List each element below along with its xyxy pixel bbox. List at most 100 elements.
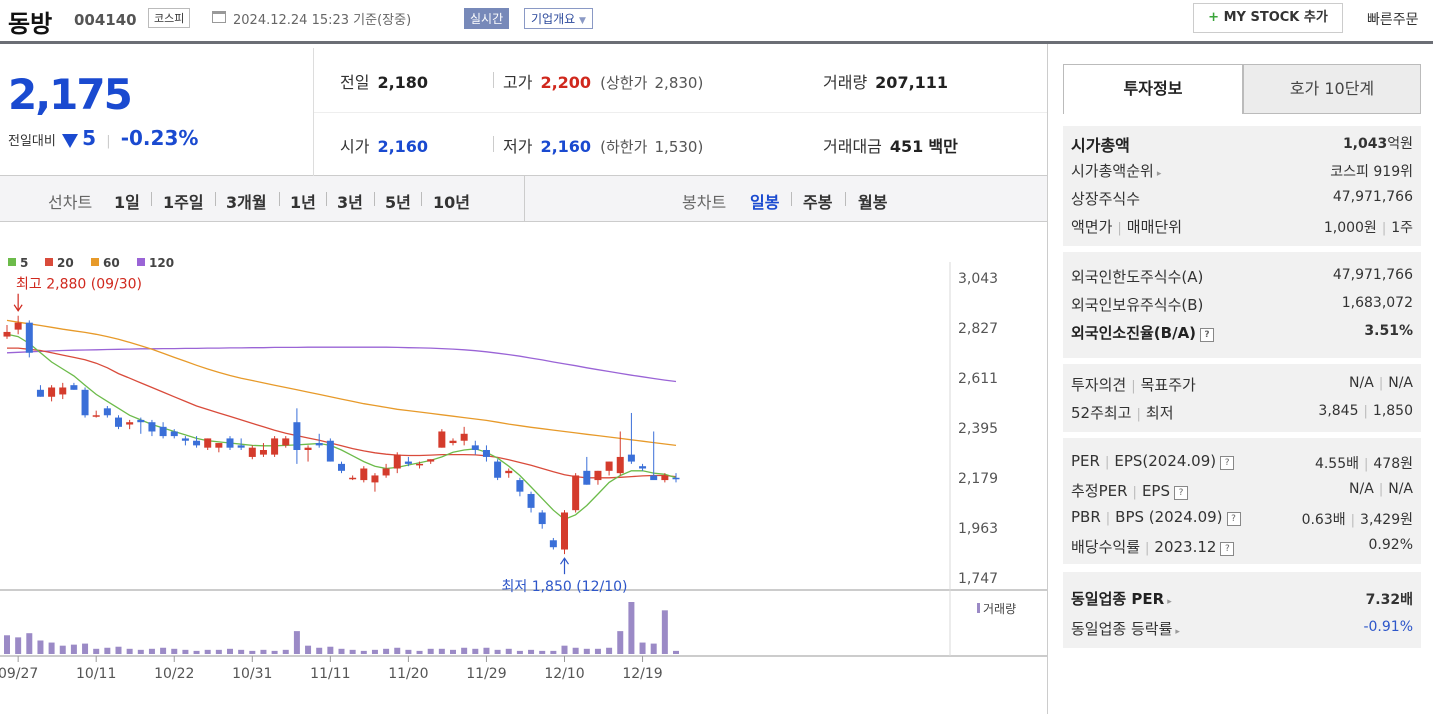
week52-low-value: 1,850 — [1372, 403, 1413, 419]
volume-bar — [661, 610, 668, 654]
est-per-value: N/A — [1349, 481, 1374, 497]
legend-swatch — [45, 258, 53, 266]
candle-body — [594, 470, 602, 481]
realtime-button[interactable]: 실시간 — [464, 8, 510, 29]
period-3month[interactable]: 3개월 — [226, 189, 267, 213]
volume-bar — [650, 643, 657, 654]
volume-bar — [204, 649, 211, 654]
volume-bar — [227, 648, 233, 654]
per-eps-row: PER | EPS(2024.09)? 4.55배 | 478원 — [1071, 450, 1413, 474]
candle-weekly[interactable]: 주봉 — [803, 189, 832, 213]
open-price: 시가 2,160 — [340, 133, 428, 157]
volume-bar — [327, 646, 334, 654]
candle-body — [438, 431, 446, 448]
period-5year[interactable]: 5년 — [385, 189, 411, 213]
trade-amount-label: 거래대금 — [823, 137, 882, 156]
sector-per-label: 동일업종 PER — [1071, 590, 1165, 608]
volume-bar — [282, 649, 289, 654]
candle-body — [170, 431, 178, 437]
company-info-dropdown[interactable]: 기업개요 ▼ — [524, 8, 593, 29]
volume-bar — [182, 649, 189, 654]
add-mystock-button[interactable]: + MY STOCK 추가 — [1193, 3, 1343, 33]
par-value: 1,000원 — [1323, 220, 1377, 236]
candle-body — [126, 422, 134, 425]
candle-body — [59, 387, 67, 395]
candle-body — [159, 426, 167, 437]
x-tick-label: 10/11 — [76, 666, 116, 682]
plus-icon: + — [1208, 10, 1220, 25]
period-1week[interactable]: 1주일 — [163, 189, 204, 213]
candle-body — [271, 438, 279, 455]
candle-body — [639, 466, 647, 469]
candle-body — [538, 512, 546, 525]
change-amount: 5 — [82, 126, 97, 150]
help-icon[interactable]: ? — [1173, 486, 1188, 500]
candle-monthly[interactable]: 월봉 — [858, 189, 887, 213]
volume-bar — [673, 650, 679, 654]
help-icon[interactable]: ? — [1220, 456, 1235, 470]
sector-per-row[interactable]: 동일업종 PER ▸ 7.32배 — [1071, 586, 1413, 610]
divider — [326, 192, 327, 206]
candle-body — [103, 408, 111, 416]
candle-body — [92, 415, 100, 417]
candle-body — [449, 440, 457, 444]
volume-bar — [606, 647, 613, 654]
y-tick-label: 2,395 — [958, 421, 998, 437]
candle-body — [627, 454, 635, 462]
candlestick-chart[interactable]: 3,043 2,827 2,611 2,395 2,179 1,963 1,747 5 20 60… — [0, 222, 1047, 714]
quick-order-link[interactable]: 빠른주문 — [1367, 9, 1419, 29]
divider — [845, 192, 846, 206]
volume-bar — [305, 645, 312, 654]
open-label: 시가 — [340, 137, 370, 156]
listed-shares-value: 47,971,766 — [1332, 189, 1413, 205]
market-cap-value-wrap: 1,043억원 — [1343, 133, 1413, 153]
market-cap-value: 1,043 — [1342, 136, 1388, 152]
volume-bar — [383, 648, 390, 654]
period-1year[interactable]: 1년 — [290, 189, 316, 213]
sector-per-value: 7.32배 — [1365, 592, 1413, 608]
tab-investment-info[interactable]: 투자정보 — [1063, 64, 1243, 114]
divider: | — [1350, 513, 1356, 528]
help-icon[interactable]: ? — [1220, 542, 1235, 556]
pbr-bps-labels: PBR | BPS (2024.09)? — [1071, 508, 1241, 526]
lower-limit-value: 1,530) — [654, 138, 704, 156]
candle-body — [672, 477, 680, 480]
x-tick-label: 11/20 — [388, 666, 428, 682]
divider — [493, 136, 494, 152]
trade-amount: 거래대금 451 백만 — [823, 133, 958, 157]
target-price-value: N/A — [1388, 375, 1413, 391]
volume-bar — [104, 647, 111, 654]
candle-body — [527, 493, 535, 508]
period-1day[interactable]: 1일 — [114, 189, 140, 213]
candle-body — [583, 470, 591, 485]
info-tabs: 투자정보 호가 10단계 — [1063, 64, 1421, 114]
candle-daily[interactable]: 일봉 — [750, 189, 779, 213]
volume-bar — [4, 635, 10, 654]
tab-order-book[interactable]: 호가 10단계 — [1243, 64, 1421, 114]
candle-body — [36, 389, 44, 397]
help-icon[interactable]: ? — [1200, 328, 1215, 342]
volume-bar — [160, 647, 167, 654]
market-cap-rank-label: 시가총액순위 — [1071, 162, 1154, 180]
foreign-hold-value: 1,683,072 — [1341, 295, 1413, 311]
candle-body — [505, 470, 513, 474]
prev-close-value: 2,180 — [377, 73, 429, 92]
par-value-label: 액면가 — [1071, 218, 1113, 236]
candle-body — [360, 468, 368, 481]
legend-label: 60 — [103, 256, 120, 270]
help-icon[interactable]: ? — [1226, 512, 1241, 526]
period-3year[interactable]: 3년 — [337, 189, 363, 213]
period-10year[interactable]: 10년 — [433, 189, 470, 213]
market-cap-unit: 억원 — [1387, 136, 1413, 152]
trade-amount-value: 451 — [889, 137, 924, 156]
market-cap-rank-row[interactable]: 시가총액순위 ▸ 코스피 919위 — [1071, 158, 1413, 182]
volume-legend-label: 거래량 — [983, 602, 1016, 616]
volume-value: 207,111 — [875, 73, 949, 92]
candle-body — [494, 461, 502, 478]
y-tick-label: 1,963 — [958, 521, 998, 537]
est-per-label: 추정PER — [1071, 482, 1128, 500]
volume-bar — [70, 644, 77, 654]
chart-period-bar: 선차트 1일 1주일 3개월 1년 3년 5년 10년 봉차트 일봉 주봉 월봉 — [0, 176, 1047, 222]
sector-change-row[interactable]: 동일업종 등락률 ▸ -0.91% — [1071, 616, 1413, 640]
dividend-value: 0.92% — [1368, 537, 1413, 553]
